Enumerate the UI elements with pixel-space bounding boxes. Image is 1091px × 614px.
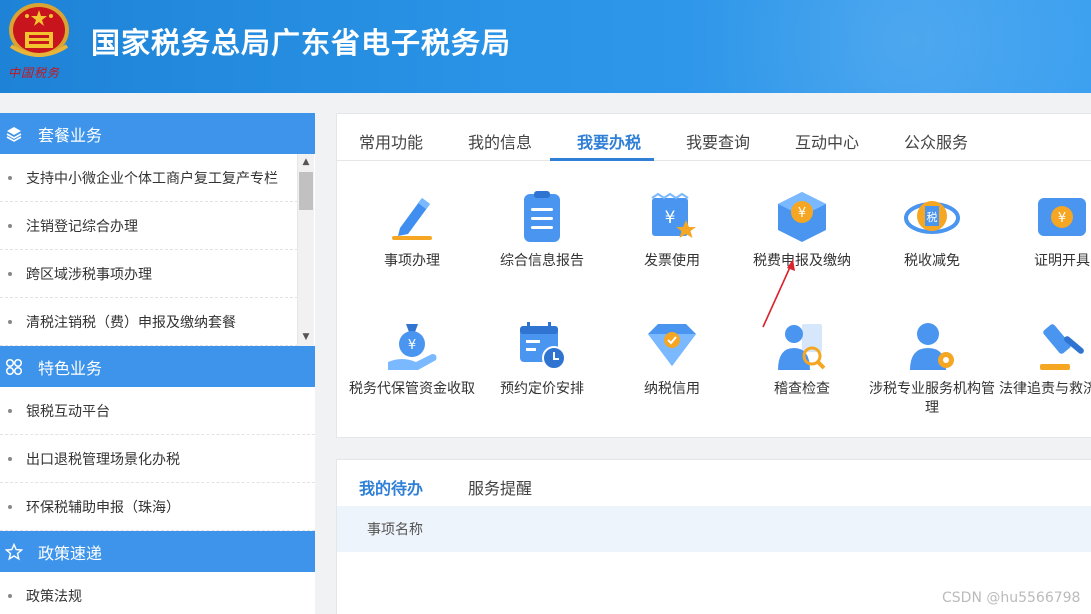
func-item-info-report[interactable]: 综合信息报告 bbox=[477, 190, 607, 271]
sidebar-item[interactable]: 清税注销税（费）申报及缴纳套餐 bbox=[0, 298, 298, 346]
money-bag-hand-icon: ¥ bbox=[388, 324, 437, 370]
function-panel: 常用功能 我的信息 我要办税 我要查询 互动中心 公众服务 事项办理 综合信息报… bbox=[336, 113, 1091, 438]
active-tab-indicator bbox=[550, 158, 654, 161]
scroll-down-icon[interactable]: ▼ bbox=[298, 329, 314, 345]
diamond-check-icon bbox=[648, 324, 696, 366]
layers-icon bbox=[4, 124, 24, 144]
yuan-ticket-icon: ¥ bbox=[1038, 198, 1086, 236]
sidebar-item[interactable]: 支持中小微企业个体工商户复工复产专栏 bbox=[0, 154, 298, 202]
func-label: 税务代保管资金收取 bbox=[349, 381, 475, 397]
func-label: 预约定价安排 bbox=[500, 381, 584, 397]
todo-tabs: 我的待办 服务提醒 bbox=[337, 460, 1091, 506]
sidebar-section-featured[interactable]: 特色业务 bbox=[0, 346, 315, 387]
sidebar-scrollbar[interactable]: ▲ ▼ bbox=[297, 154, 314, 346]
yuan-cube-icon: ¥ bbox=[778, 192, 826, 242]
person-gear-icon bbox=[910, 323, 954, 370]
func-item-tax-credit[interactable]: 纳税信用 bbox=[607, 318, 737, 399]
func-label: 稽查检查 bbox=[774, 381, 830, 397]
tab-tax-handling[interactable]: 我要办税 bbox=[577, 129, 641, 153]
func-item-custody-funds[interactable]: ¥ 税务代保管资金收取 bbox=[347, 318, 477, 399]
func-item-invoice[interactable]: ¥ 发票使用 bbox=[607, 190, 737, 271]
sidebar-item[interactable]: 注销登记综合办理 bbox=[0, 202, 298, 250]
func-item-matters[interactable]: 事项办理 bbox=[347, 190, 477, 271]
func-label: 事项办理 bbox=[384, 253, 440, 269]
star-outline-icon bbox=[4, 542, 24, 562]
watermark: CSDN @hu5566798 bbox=[942, 590, 1081, 606]
clipboard-icon bbox=[524, 191, 560, 242]
tab-query[interactable]: 我要查询 bbox=[686, 129, 750, 153]
func-label: 发票使用 bbox=[644, 253, 700, 269]
tab-interaction[interactable]: 互动中心 bbox=[795, 129, 859, 153]
sidebar-item[interactable]: 政策法规 bbox=[0, 572, 315, 614]
func-label: 证明开具 bbox=[1034, 253, 1090, 269]
scroll-up-icon[interactable]: ▲ bbox=[298, 154, 314, 170]
sidebar-section-title: 特色业务 bbox=[38, 358, 103, 378]
tab-public-service[interactable]: 公众服务 bbox=[904, 129, 968, 153]
tab-service-reminder[interactable]: 服务提醒 bbox=[468, 475, 532, 499]
svg-text:¥: ¥ bbox=[665, 208, 676, 228]
sidebar-section-title: 政策速递 bbox=[38, 543, 103, 563]
scroll-thumb[interactable] bbox=[299, 172, 313, 210]
tax-coin-icon: 税 bbox=[904, 201, 960, 234]
annotation-arrow-icon bbox=[762, 259, 795, 328]
gavel-icon bbox=[1040, 324, 1084, 370]
func-label: 综合信息报告 bbox=[500, 253, 584, 269]
tab-common[interactable]: 常用功能 bbox=[359, 129, 423, 153]
sidebar: 套餐业务 支持中小微企业个体工商户复工复产专栏 注销登记综合办理 跨区域涉税事项… bbox=[0, 113, 315, 614]
func-item-tax-relief[interactable]: 税 税收减免 bbox=[867, 190, 997, 271]
sidebar-item[interactable]: 环保税辅助申报（珠海） bbox=[0, 483, 315, 531]
func-label: 税收减免 bbox=[904, 253, 960, 269]
func-label: 法律追责与救济事项 bbox=[999, 381, 1091, 397]
tab-my-todo[interactable]: 我的待办 bbox=[359, 475, 423, 499]
func-item-agency-management[interactable]: 涉税专业服务机构管理 bbox=[867, 318, 997, 418]
grid-clover-icon bbox=[4, 357, 24, 377]
sidebar-item[interactable]: 银税互动平台 bbox=[0, 387, 315, 435]
calendar-clock-icon bbox=[520, 322, 566, 370]
tab-my-info[interactable]: 我的信息 bbox=[468, 129, 532, 153]
todo-column-header: 事项名称 bbox=[337, 506, 1091, 552]
pen-icon bbox=[392, 198, 432, 240]
sidebar-section-title: 套餐业务 bbox=[38, 125, 103, 145]
svg-text:¥: ¥ bbox=[408, 338, 416, 353]
svg-text:税: 税 bbox=[927, 210, 938, 224]
sidebar-section-package[interactable]: 套餐业务 bbox=[0, 113, 315, 154]
invoice-star-icon: ¥ bbox=[651, 192, 696, 238]
sidebar-list-package: 支持中小微企业个体工商户复工复产专栏 注销登记综合办理 跨区域涉税事项办理 清税… bbox=[0, 154, 298, 346]
main-tabs: 常用功能 我的信息 我要办税 我要查询 互动中心 公众服务 bbox=[337, 114, 1091, 161]
tax-emblem-icon bbox=[9, 3, 69, 57]
site-header: 中国税务 国家税务总局广东省电子税务局 bbox=[0, 0, 1091, 93]
sidebar-item[interactable]: 出口退税管理场景化办税 bbox=[0, 435, 315, 483]
sidebar-list-policy: 政策法规 bbox=[0, 572, 315, 614]
svg-text:¥: ¥ bbox=[798, 206, 806, 221]
sidebar-list-featured: 银税互动平台 出口退税管理场景化办税 环保税辅助申报（珠海） bbox=[0, 387, 315, 531]
func-label: 纳税信用 bbox=[644, 381, 700, 397]
func-label: 涉税专业服务机构管理 bbox=[869, 381, 995, 416]
svg-text:¥: ¥ bbox=[1058, 211, 1066, 226]
func-item-certificate[interactable]: ¥ 证明开具 bbox=[997, 190, 1091, 271]
func-item-legal-remedy[interactable]: 法律追责与救济事项 bbox=[997, 318, 1091, 399]
site-title: 国家税务总局广东省电子税务局 bbox=[91, 26, 512, 60]
sidebar-section-policy[interactable]: 政策速递 bbox=[0, 531, 315, 572]
func-item-pricing-arrangement[interactable]: 预约定价安排 bbox=[477, 318, 607, 399]
sidebar-item[interactable]: 跨区域涉税事项办理 bbox=[0, 250, 298, 298]
emblem-caption: 中国税务 bbox=[8, 66, 61, 80]
